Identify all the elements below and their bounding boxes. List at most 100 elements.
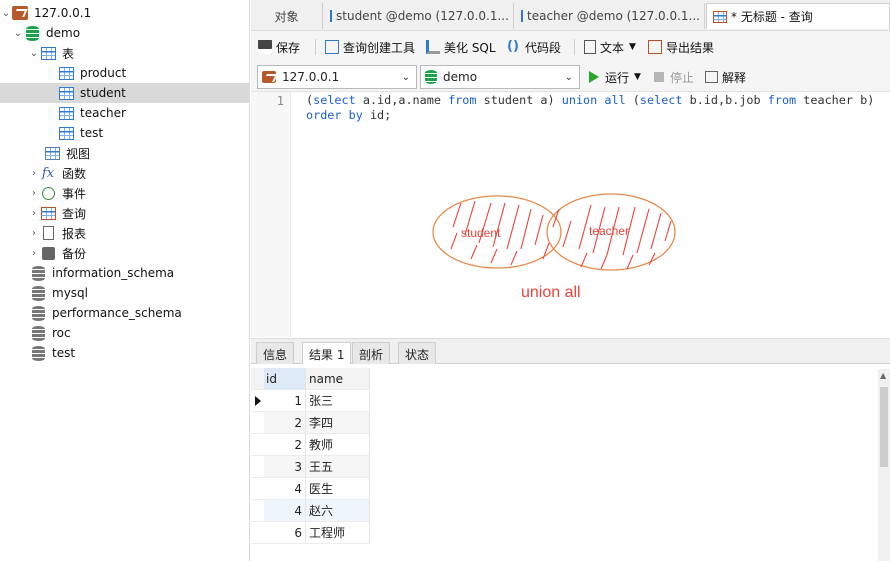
export-results-button[interactable]: 导出结果 <box>648 38 714 56</box>
tab-result-1[interactable]: 结果 1 <box>302 342 352 366</box>
folder-label: 查询 <box>62 206 87 221</box>
tree-db-performance-schema[interactable]: performance_schema <box>0 303 249 323</box>
connection-icon <box>262 71 276 83</box>
scroll-up-icon[interactable]: ▲ <box>880 371 886 380</box>
cell-name[interactable]: 王五 <box>306 456 370 478</box>
beautify-sql-button[interactable]: 美化 SQL <box>426 38 496 56</box>
tree-table-product[interactable]: product <box>0 63 249 83</box>
database-icon <box>24 25 40 41</box>
explain-button[interactable]: 解释 <box>705 68 746 86</box>
sql-editor[interactable]: 1 (select a.id,a.name from student a) un… <box>251 92 890 337</box>
tree-database-demo[interactable]: ⌄ demo <box>0 23 249 43</box>
tree-db-roc[interactable]: roc <box>0 323 249 343</box>
chevron-right-icon[interactable]: › <box>28 228 40 239</box>
column-header-name[interactable]: name <box>306 368 370 390</box>
sql-keyword: union <box>561 93 598 107</box>
chevron-right-icon[interactable]: › <box>28 188 40 199</box>
sql-keyword: all <box>604 93 626 107</box>
database-icon <box>30 265 46 281</box>
cell-id[interactable]: 3 <box>264 456 306 478</box>
cell-name[interactable]: 教师 <box>306 434 370 456</box>
cell-id[interactable]: 6 <box>264 522 306 544</box>
chevron-down-icon[interactable]: ⌄ <box>565 72 573 83</box>
cell-name[interactable]: 工程师 <box>306 522 370 544</box>
connection-label: 127.0.0.1 <box>34 6 92 20</box>
tab-label: 信息 <box>263 347 288 362</box>
results-grid[interactable]: id name 1 张三 2 李四 2 教师 3 王五 4 医生 4 赵六 6 … <box>251 364 890 561</box>
cell-id[interactable]: 4 <box>264 500 306 522</box>
tree-functions-folder[interactable]: › fx 函数 <box>0 163 249 183</box>
cell-name[interactable]: 李四 <box>306 412 370 434</box>
chevron-right-icon[interactable]: › <box>28 248 40 259</box>
chevron-right-icon[interactable]: › <box>28 208 40 219</box>
table-row[interactable]: 6 工程师 <box>251 522 370 544</box>
tab-status[interactable]: 状态 <box>398 342 437 365</box>
chevron-down-icon[interactable]: ⌄ <box>402 72 410 83</box>
chevron-down-icon[interactable]: ⌄ <box>12 28 24 39</box>
column-header-id[interactable]: id <box>264 368 306 390</box>
tree-views-folder[interactable]: 视图 <box>0 143 249 163</box>
sql-code[interactable]: (select a.id,a.name from student a) unio… <box>306 93 874 123</box>
tab-student[interactable]: student @demo (127.0.0.1... <box>324 3 514 29</box>
table-row[interactable]: 2 李四 <box>251 412 370 434</box>
builder-label: 查询创建工具 <box>343 40 416 55</box>
table-row[interactable]: 4 医生 <box>251 478 370 500</box>
cell-id[interactable]: 1 <box>264 390 306 412</box>
tree-db-mysql[interactable]: mysql <box>0 283 249 303</box>
chevron-right-icon[interactable]: › <box>28 168 40 179</box>
chevron-down-icon[interactable]: ⌄ <box>28 48 40 59</box>
tree-reports-folder[interactable]: › 报表 <box>0 223 249 243</box>
tree-db-information-schema[interactable]: information_schema <box>0 263 249 283</box>
vertical-scrollbar[interactable]: ▲ <box>878 369 890 561</box>
tree-table-student[interactable]: student <box>0 83 249 103</box>
database-select[interactable]: demo ⌄ <box>420 65 580 89</box>
cell-id[interactable]: 2 <box>264 412 306 434</box>
tree-events-folder[interactable]: › 事件 <box>0 183 249 203</box>
cell-id[interactable]: 2 <box>264 434 306 456</box>
tree-db-test[interactable]: test <box>0 343 249 363</box>
tab-profile[interactable]: 剖析 <box>352 342 391 365</box>
tree-tables-folder[interactable]: ⌄ 表 <box>0 43 249 63</box>
chevron-down-icon[interactable]: ⌄ <box>0 8 12 19</box>
tree-connection[interactable]: ⌄ 127.0.0.1 <box>0 3 249 23</box>
tree-table-teacher[interactable]: teacher <box>0 103 249 123</box>
cell-id[interactable]: 4 <box>264 478 306 500</box>
table-row[interactable]: 4 赵六 <box>251 500 370 522</box>
snippet-label: 代码段 <box>525 40 562 55</box>
dropdown-arrow-icon[interactable]: ▼ <box>634 72 641 82</box>
query-builder-button[interactable]: 查询创建工具 <box>325 38 415 56</box>
run-button[interactable]: 运行 ▼ <box>589 68 641 86</box>
table-icon <box>58 125 74 141</box>
tree-backups-folder[interactable]: › 备份 <box>0 243 249 263</box>
table-label: teacher <box>80 106 126 120</box>
connection-select[interactable]: 127.0.0.1 ⌄ <box>257 65 417 89</box>
save-button[interactable]: 保存 <box>258 38 300 56</box>
cell-name[interactable]: 医生 <box>306 478 370 500</box>
text-mode-button[interactable]: 文本 ▼ <box>584 38 636 56</box>
tab-objects[interactable]: 对象 <box>251 3 323 29</box>
table-row[interactable]: 3 王五 <box>251 456 370 478</box>
cell-name[interactable]: 张三 <box>306 390 370 412</box>
query-icon <box>40 205 56 221</box>
tree-table-test[interactable]: test <box>0 123 249 143</box>
stop-button[interactable]: 停止 <box>654 68 694 86</box>
tab-info[interactable]: 信息 <box>256 342 295 365</box>
clock-icon <box>40 185 56 201</box>
table-icon <box>58 85 74 101</box>
dropdown-arrow-icon[interactable]: ▼ <box>629 42 636 52</box>
database-value: demo <box>443 70 478 84</box>
scrollbar-thumb[interactable] <box>880 387 888 467</box>
folder-label: 视图 <box>66 146 91 161</box>
tab-untitled-query[interactable]: * 无标题 - 查询 <box>706 3 890 29</box>
sql-keyword: select <box>639 93 683 107</box>
snippet-button[interactable]: () 代码段 <box>507 38 561 56</box>
tree-queries-folder[interactable]: › 查询 <box>0 203 249 223</box>
cell-name[interactable]: 赵六 <box>306 500 370 522</box>
navigator-tree: ⌄ 127.0.0.1 ⌄ demo ⌄ 表 product student t… <box>0 0 250 561</box>
table-icon <box>58 65 74 81</box>
code-line: (select a.id,a.name from student a) unio… <box>306 93 874 108</box>
table-row[interactable]: 1 张三 <box>251 390 370 412</box>
connection-value: 127.0.0.1 <box>282 70 340 84</box>
tab-teacher[interactable]: teacher @demo (127.0.0.1... <box>515 3 705 29</box>
table-row[interactable]: 2 教师 <box>251 434 370 456</box>
